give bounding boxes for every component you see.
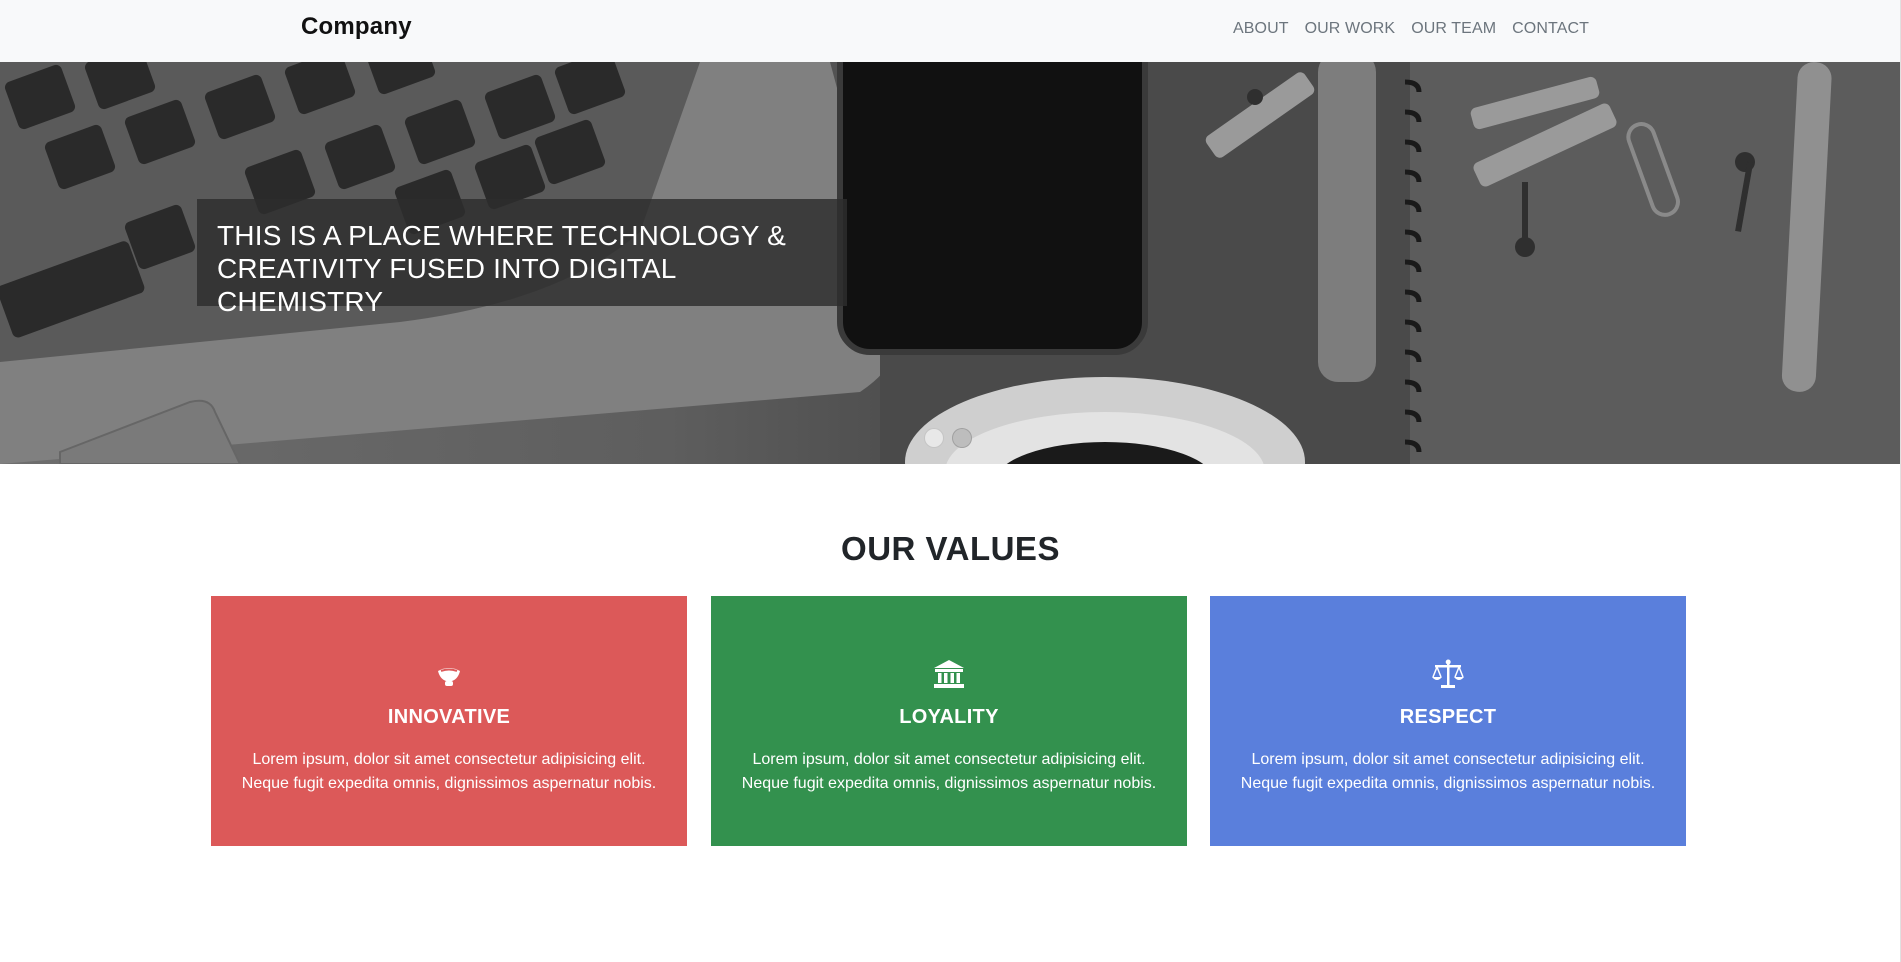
hero-caption: THIS IS A PLACE WHERE TECHNOLOGY & CREAT… xyxy=(197,199,847,317)
balance-scale-icon xyxy=(1210,659,1686,689)
bank-icon xyxy=(711,659,1187,689)
nav-link-our-work[interactable]: OUR WORK xyxy=(1305,20,1396,38)
value-card-text: Lorem ipsum, dolor sit amet consectetur … xyxy=(1240,751,1656,792)
nav-link-about[interactable]: ABOUT xyxy=(1233,20,1289,38)
value-card-title: RESPECT xyxy=(1399,706,1497,728)
brand-logo[interactable]: Company xyxy=(301,13,412,41)
carousel-indicator-2[interactable] xyxy=(952,428,972,448)
nav-links: ABOUT OUR WORK OUR TEAM CONTACT xyxy=(1233,20,1589,38)
values-heading: OUR VALUES xyxy=(841,530,1060,567)
value-card-text: Lorem ipsum, dolor sit amet consectetur … xyxy=(741,751,1157,792)
value-card-title: LOYALITY xyxy=(899,706,999,728)
value-card-loyality: LOYALITY Lorem ipsum, dolor sit amet con… xyxy=(711,596,1187,846)
nav-link-contact[interactable]: CONTACT xyxy=(1512,20,1589,38)
navbar: Company ABOUT OUR WORK OUR TEAM CONTACT xyxy=(0,0,1901,62)
hero-caption-text: THIS IS A PLACE WHERE TECHNOLOGY & CREAT… xyxy=(217,220,787,317)
value-card-respect: RESPECT Lorem ipsum, dolor sit amet cons… xyxy=(1210,596,1686,846)
hero-carousel[interactable]: THIS IS A PLACE WHERE TECHNOLOGY & CREAT… xyxy=(0,62,1901,464)
nav-link-our-team[interactable]: OUR TEAM xyxy=(1411,20,1496,38)
value-card-title: INNOVATIVE xyxy=(387,706,511,728)
carousel-indicators xyxy=(924,428,972,448)
value-card-innovative: INNOVATIVE Lorem ipsum, dolor sit amet c… xyxy=(211,596,687,846)
carousel-indicator-1[interactable] xyxy=(924,428,944,448)
value-card-text: Lorem ipsum, dolor sit amet consectetur … xyxy=(241,751,657,792)
lightbulb-icon xyxy=(211,659,687,689)
